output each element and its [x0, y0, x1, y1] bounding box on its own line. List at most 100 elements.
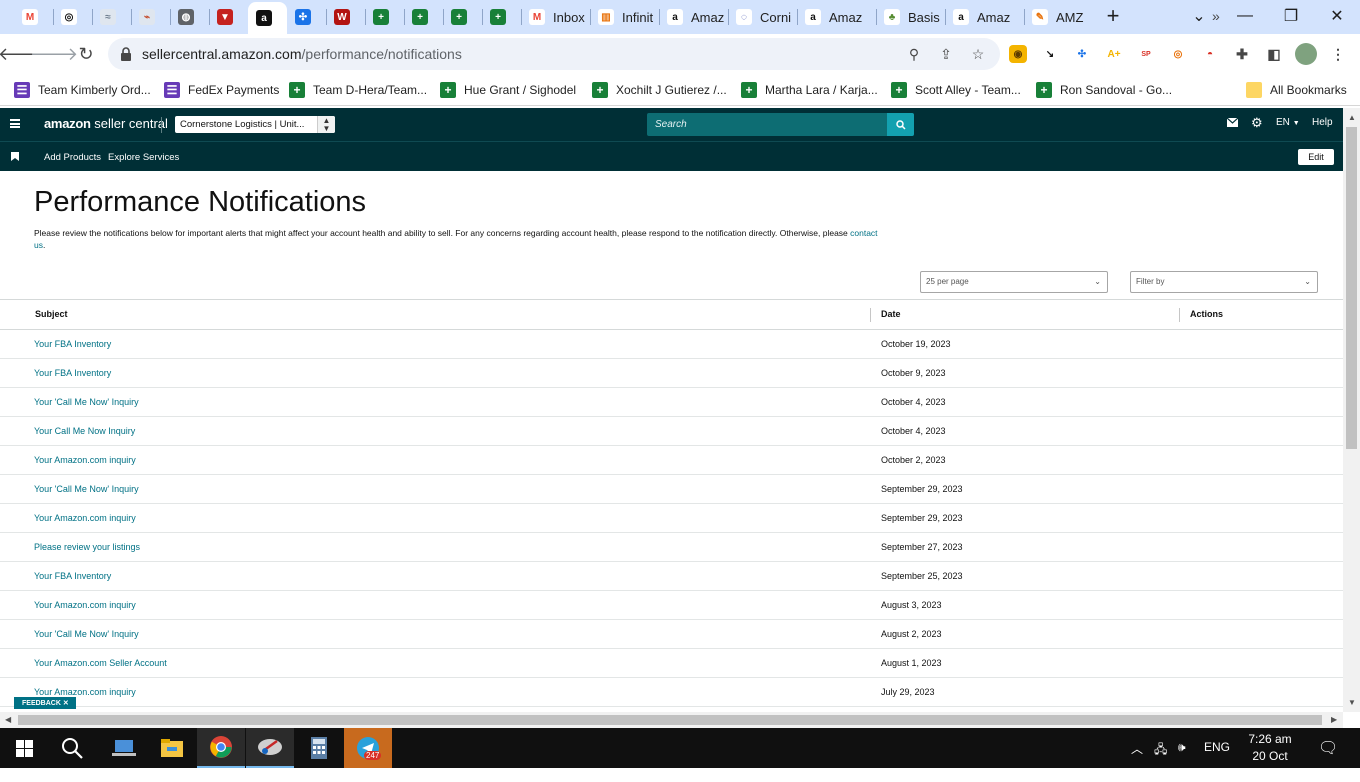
subnav-explore-services[interactable]: Explore Services: [108, 152, 179, 163]
browser-tab[interactable]: +: [404, 4, 443, 30]
scroll-up-icon[interactable]: ▲: [1348, 113, 1356, 122]
notification-subject-link[interactable]: Your 'Call Me Now' Inquiry: [34, 629, 139, 639]
bookmark-item[interactable]: + Hue Grant / Sighodel: [440, 81, 576, 99]
bookmark-item[interactable]: + Ron Sandoval - Go...: [1036, 81, 1172, 99]
notification-subject-link[interactable]: Your FBA Inventory: [34, 571, 111, 581]
task-view-laptop-icon[interactable]: [100, 728, 148, 768]
notification-subject-link[interactable]: Your Amazon.com inquiry: [34, 687, 136, 697]
bookmark-icon[interactable]: [11, 152, 19, 161]
notification-subject-link[interactable]: Your Call Me Now Inquiry: [34, 426, 135, 436]
edit-button[interactable]: Edit: [1298, 149, 1334, 165]
notification-subject-link[interactable]: Your FBA Inventory: [34, 339, 111, 349]
telegram-taskbar-icon[interactable]: 247: [344, 728, 392, 768]
bookmark-item[interactable]: ☰ Team Kimberly Ord...: [14, 81, 151, 99]
restore-button[interactable]: ❐: [1268, 0, 1314, 32]
snipping-tool-icon[interactable]: [246, 728, 294, 768]
per-page-select[interactable]: 25 per page ⌄: [920, 271, 1108, 293]
search-button[interactable]: [887, 113, 914, 136]
horizontal-scroll-thumb[interactable]: [18, 715, 1322, 725]
bookmark-star-icon[interactable]: ☆: [968, 44, 988, 64]
browser-tab[interactable]: M Inbox: [521, 4, 590, 30]
close-window-button[interactable]: ✕: [1314, 0, 1360, 32]
browser-tab[interactable]: ≈: [92, 4, 131, 30]
all-bookmarks-button[interactable]: All Bookmarks: [1246, 81, 1347, 99]
browser-tab[interactable]: ✎ AMZ: [1024, 4, 1093, 30]
browser-tab[interactable]: ◍: [170, 4, 209, 30]
settings-gear-icon[interactable]: ⚙: [1251, 115, 1263, 131]
notification-subject-link[interactable]: Your 'Call Me Now' Inquiry: [34, 397, 139, 407]
notifications-icon[interactable]: 🗨: [1318, 738, 1338, 758]
feedback-button[interactable]: FEEDBACK ✕: [14, 697, 76, 709]
extension-boost-icon[interactable]: A+: [1105, 45, 1123, 63]
menu-kebab-icon[interactable]: ⋮: [1329, 45, 1347, 63]
side-panel-icon[interactable]: ◧: [1265, 45, 1283, 63]
notification-subject-link[interactable]: Your Amazon.com inquiry: [34, 513, 136, 523]
lock-icon[interactable]: [120, 47, 132, 61]
new-tab-button[interactable]: +: [1090, 0, 1136, 32]
more-bookmarks-button[interactable]: »: [1212, 7, 1220, 25]
extension-crosshair-icon[interactable]: ✣: [1073, 45, 1091, 63]
scroll-left-icon[interactable]: ◀: [5, 715, 11, 724]
extension-circle-icon[interactable]: ◎: [1169, 45, 1187, 63]
bookmark-item[interactable]: + Xochilt J Gutierez /...: [592, 81, 727, 99]
browser-tab[interactable]: ◌ Corni: [728, 4, 797, 30]
profile-avatar[interactable]: [1295, 43, 1317, 65]
browser-tab[interactable]: a: [248, 2, 287, 34]
scroll-right-icon[interactable]: ▶: [1331, 715, 1337, 724]
zoom-icon[interactable]: ⚲: [904, 44, 924, 64]
help-link[interactable]: Help: [1312, 117, 1333, 128]
browser-tab[interactable]: ◎: [53, 4, 92, 30]
file-explorer-icon[interactable]: [148, 728, 196, 768]
bookmark-item[interactable]: + Martha Lara / Karja...: [741, 81, 878, 99]
calculator-icon[interactable]: [295, 728, 343, 768]
extension-pot-icon[interactable]: ◉: [1009, 45, 1027, 63]
extension-pokeball-icon[interactable]: ◓: [1201, 45, 1219, 63]
volume-icon[interactable]: 🕪: [1178, 740, 1186, 755]
column-header-date[interactable]: Date: [881, 309, 901, 319]
browser-tab[interactable]: ▥ Infinit: [590, 4, 659, 30]
taskbar-search-icon[interactable]: [48, 728, 96, 768]
account-switcher[interactable]: Cornerstone Logistics | Unit... ▲ ▼: [175, 116, 335, 133]
share-icon[interactable]: ⇪: [936, 44, 956, 64]
subnav-add-products[interactable]: Add Products: [44, 152, 101, 163]
notification-subject-link[interactable]: Your Amazon.com Seller Account: [34, 658, 167, 668]
browser-tab[interactable]: a Amaz: [945, 4, 1024, 30]
filter-select[interactable]: Filter by ⌄: [1130, 271, 1318, 293]
notification-subject-link[interactable]: Your FBA Inventory: [34, 368, 111, 378]
browser-tab[interactable]: ▼: [209, 4, 248, 30]
browser-tab[interactable]: +: [443, 4, 482, 30]
browser-tab[interactable]: +: [482, 4, 521, 30]
language-selector[interactable]: EN ▼: [1276, 117, 1300, 128]
url-text[interactable]: sellercentral.amazon.com/performance/not…: [142, 46, 462, 62]
notification-subject-link[interactable]: Your Amazon.com inquiry: [34, 455, 136, 465]
mail-icon[interactable]: [1226, 117, 1239, 130]
network-icon[interactable]: 🖧: [1154, 740, 1167, 761]
seller-central-logo[interactable]: amazon seller central: [44, 116, 168, 131]
browser-tab[interactable]: ⌁: [131, 4, 170, 30]
browser-tab[interactable]: M: [14, 4, 53, 30]
browser-tab[interactable]: ✣: [287, 4, 326, 30]
browser-tab[interactable]: W: [326, 4, 365, 30]
vertical-scroll-thumb[interactable]: [1346, 127, 1357, 449]
browser-tab[interactable]: a Amaz: [797, 4, 876, 30]
tray-overflow-icon[interactable]: ︿: [1131, 740, 1143, 757]
hamburger-menu-icon[interactable]: [10, 119, 20, 128]
browser-tab[interactable]: a Amaz: [659, 4, 728, 30]
reload-button[interactable]: ↻: [72, 40, 100, 68]
bookmark-item[interactable]: + Team D-Hera/Team...: [289, 81, 427, 99]
windows-start-icon[interactable]: [0, 728, 48, 768]
scroll-down-icon[interactable]: ▼: [1348, 698, 1356, 707]
browser-tab[interactable]: +: [365, 4, 404, 30]
extension-alert-icon[interactable]: SP: [1137, 45, 1155, 63]
notification-subject-link[interactable]: Please review your listings: [34, 542, 140, 552]
chrome-taskbar-icon[interactable]: [197, 728, 245, 768]
extensions-puzzle-icon[interactable]: ✚: [1233, 45, 1251, 63]
extension-cursor-icon[interactable]: ↘: [1041, 45, 1059, 63]
browser-tab[interactable]: ♣ Basis: [876, 4, 945, 30]
input-language[interactable]: ENG: [1204, 740, 1230, 754]
notification-subject-link[interactable]: Your 'Call Me Now' Inquiry: [34, 484, 139, 494]
column-header-subject[interactable]: Subject: [35, 309, 68, 319]
bookmark-item[interactable]: ☰ FedEx Payments: [164, 81, 279, 99]
minimize-button[interactable]: —: [1222, 0, 1268, 32]
address-bar[interactable]: sellercentral.amazon.com/performance/not…: [108, 38, 1000, 70]
